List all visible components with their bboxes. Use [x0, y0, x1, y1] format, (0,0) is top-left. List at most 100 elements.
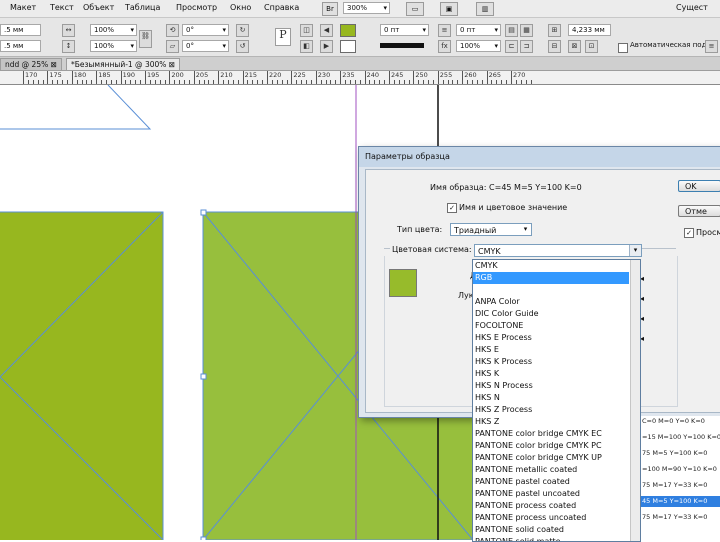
color-mode-option[interactable]: FOCOLTONE	[473, 320, 629, 332]
swatch-row[interactable]: 75 M=17 Y=33 K=0	[640, 512, 720, 523]
select-next-icon[interactable]: ▶	[320, 40, 333, 53]
menu-type[interactable]: Текст	[50, 3, 74, 12]
rotate-90-cw-icon[interactable]: ↻	[236, 24, 249, 37]
color-mode-option[interactable]: PANTONE color bridge CMYK UP	[473, 452, 629, 464]
menu-table[interactable]: Таблица	[125, 3, 160, 12]
fit-frame-icon[interactable]: ⊟	[548, 40, 561, 53]
ruler-tick	[57, 80, 59, 84]
scale-x-field[interactable]: 100%	[90, 24, 137, 36]
color-mode-option[interactable]: PANTONE color bridge CMYK EC	[473, 428, 629, 440]
stroke-swatch[interactable]	[340, 40, 356, 53]
color-type-select[interactable]: Триадный ▾	[450, 223, 532, 236]
select-container-icon[interactable]: ◫	[300, 24, 313, 37]
ok-button[interactable]: OK	[678, 180, 720, 192]
chevron-down-icon: ▾	[523, 225, 528, 233]
color-mode-option[interactable]: CMYK	[473, 260, 629, 272]
color-mode-option[interactable]: HKS N Process	[473, 380, 629, 392]
swatch-row[interactable]: =15 M=100 Y=100 K=0	[640, 432, 720, 443]
stroke-type-icon[interactable]: ≡	[438, 24, 451, 37]
name-with-value-checkbox[interactable]: ✓	[447, 203, 457, 213]
bridge-button[interactable]: Br	[322, 2, 338, 16]
workspace-label[interactable]: Сущест	[676, 3, 708, 12]
color-mode-option[interactable]: PANTONE pastel uncoated	[473, 488, 629, 500]
color-mode-option[interactable]: HKS N	[473, 392, 629, 404]
color-mode-option[interactable]: PANTONE solid coated	[473, 524, 629, 536]
wrap-bbox-icon[interactable]: ▦	[520, 24, 533, 37]
ruler-label: 230	[317, 71, 331, 79]
menu-layout[interactable]: Макет	[10, 3, 36, 12]
autofit-label: Автоматическая подг	[630, 41, 711, 49]
rotate-field[interactable]: 0°	[182, 24, 229, 36]
menu-bar: Макет Текст Объект Таблица Просмотр Окно…	[0, 0, 720, 18]
autofit-checkbox[interactable]	[618, 43, 628, 53]
color-mode-option[interactable]: HKS K Process	[473, 356, 629, 368]
color-mode-option[interactable]: PANTONE process uncoated	[473, 512, 629, 524]
cancel-button[interactable]: Отме	[678, 205, 720, 217]
panel-menu-icon[interactable]: ≡	[705, 40, 718, 53]
color-mode-option[interactable]: PANTONE solid matte	[473, 536, 629, 541]
scale-y-field[interactable]: 100%	[90, 40, 137, 52]
color-mode-dropdown-list[interactable]: CMYK RGB ANPA Color DIC Color Guide FOCOLTON…	[472, 259, 641, 542]
align-left-icon[interactable]: ⊏	[505, 40, 518, 53]
color-mode-option[interactable]: PANTONE color bridge CMYK PC	[473, 440, 629, 452]
ruler-tick	[110, 80, 112, 84]
swatch-row[interactable]: C=0 M=0 Y=0 K=0	[640, 416, 720, 427]
arrange-icon[interactable]: ▥	[476, 2, 494, 16]
color-mode-option[interactable]: DIC Color Guide	[473, 308, 629, 320]
ruler-tick	[115, 80, 117, 84]
scale-y-icon: ↕	[62, 40, 75, 53]
effects-icon[interactable]: fx	[438, 40, 451, 53]
fill-proportional-icon[interactable]: ⊠	[568, 40, 581, 53]
color-mode-option[interactable]: HKS E	[473, 344, 629, 356]
color-mode-option[interactable]: ANPA Color	[473, 296, 629, 308]
color-mode-option[interactable]: PANTONE pastel coated	[473, 476, 629, 488]
scrollbar[interactable]	[630, 260, 640, 541]
zoom-select[interactable]: 300%	[343, 2, 390, 14]
color-mode-option[interactable]: PANTONE process coated	[473, 500, 629, 512]
gap-field[interactable]: 4,233 мм	[568, 24, 611, 36]
color-mode-option[interactable]: HKS K	[473, 368, 629, 380]
x-position-field[interactable]: .5 мм	[0, 24, 41, 36]
color-mode-option[interactable]: PANTONE metallic coated	[473, 464, 629, 476]
color-mode-option[interactable]: HKS Z	[473, 416, 629, 428]
horizontal-ruler[interactable]: 170 175 180 185 190 195 200 205 210 215 220 225 230 2…	[0, 71, 720, 85]
ruler-tick	[242, 71, 244, 84]
preview-checkbox[interactable]: ✓	[684, 228, 694, 238]
color-mode-option[interactable]: RGB	[473, 272, 629, 284]
color-mode-option[interactable]: HKS E Process	[473, 332, 629, 344]
shear-field[interactable]: 0°	[182, 40, 229, 52]
screen-mode-icon[interactable]: ▣	[440, 2, 458, 16]
fill-swatch[interactable]	[340, 24, 356, 37]
menu-object[interactable]: Объект	[83, 3, 114, 12]
menu-view[interactable]: Просмотр	[176, 3, 217, 12]
opacity-field[interactable]: 100%	[456, 40, 501, 52]
stroke-weight-field[interactable]: 0 пт	[380, 24, 429, 36]
view-options-icon[interactable]: ▭	[406, 2, 424, 16]
chevron-down-icon[interactable]: ▾	[629, 245, 641, 256]
color-mode-option[interactable]: HKS Z Process	[473, 404, 629, 416]
select-previous-icon[interactable]: ◀	[320, 24, 333, 37]
flip-icon[interactable]: P	[275, 28, 291, 46]
dialog-title[interactable]: Параметры образца	[359, 147, 720, 167]
align-center-icon[interactable]: ⊐	[520, 40, 533, 53]
fit-content-icon[interactable]: ⊞	[548, 24, 561, 37]
constrain-proportions-icon[interactable]: ⛓	[139, 30, 152, 48]
close-icon[interactable]: ⊠	[51, 60, 57, 69]
tab-untitled[interactable]: *Безымянный-1 @ 300% ⊠	[66, 58, 181, 70]
swatch-row[interactable]: 45 M=5 Y=100 K=0	[640, 496, 720, 507]
close-icon[interactable]: ⊠	[169, 60, 175, 69]
wrap-none-icon[interactable]: ▤	[505, 24, 518, 37]
select-content-icon[interactable]: ◧	[300, 40, 313, 53]
rotate-90-ccw-icon[interactable]: ↺	[236, 40, 249, 53]
menu-help[interactable]: Справка	[264, 3, 299, 12]
tab-ndd[interactable]: ndd @ 25% ⊠	[0, 58, 62, 70]
swatch-row[interactable]: 75 M=17 Y=33 K=0	[640, 480, 720, 491]
stroke-style-preview[interactable]	[380, 43, 424, 48]
center-content-icon[interactable]: ⊡	[585, 40, 598, 53]
ruler-label: 260	[464, 71, 477, 79]
stroke-weight-field-2[interactable]: 0 пт	[456, 24, 501, 36]
swatch-row[interactable]: =100 M=90 Y=10 K=0	[640, 464, 720, 475]
menu-window[interactable]: Окно	[230, 3, 251, 12]
y-position-field[interactable]: .5 мм	[0, 40, 41, 52]
swatch-row[interactable]: 75 M=5 Y=100 K=0	[640, 448, 720, 459]
